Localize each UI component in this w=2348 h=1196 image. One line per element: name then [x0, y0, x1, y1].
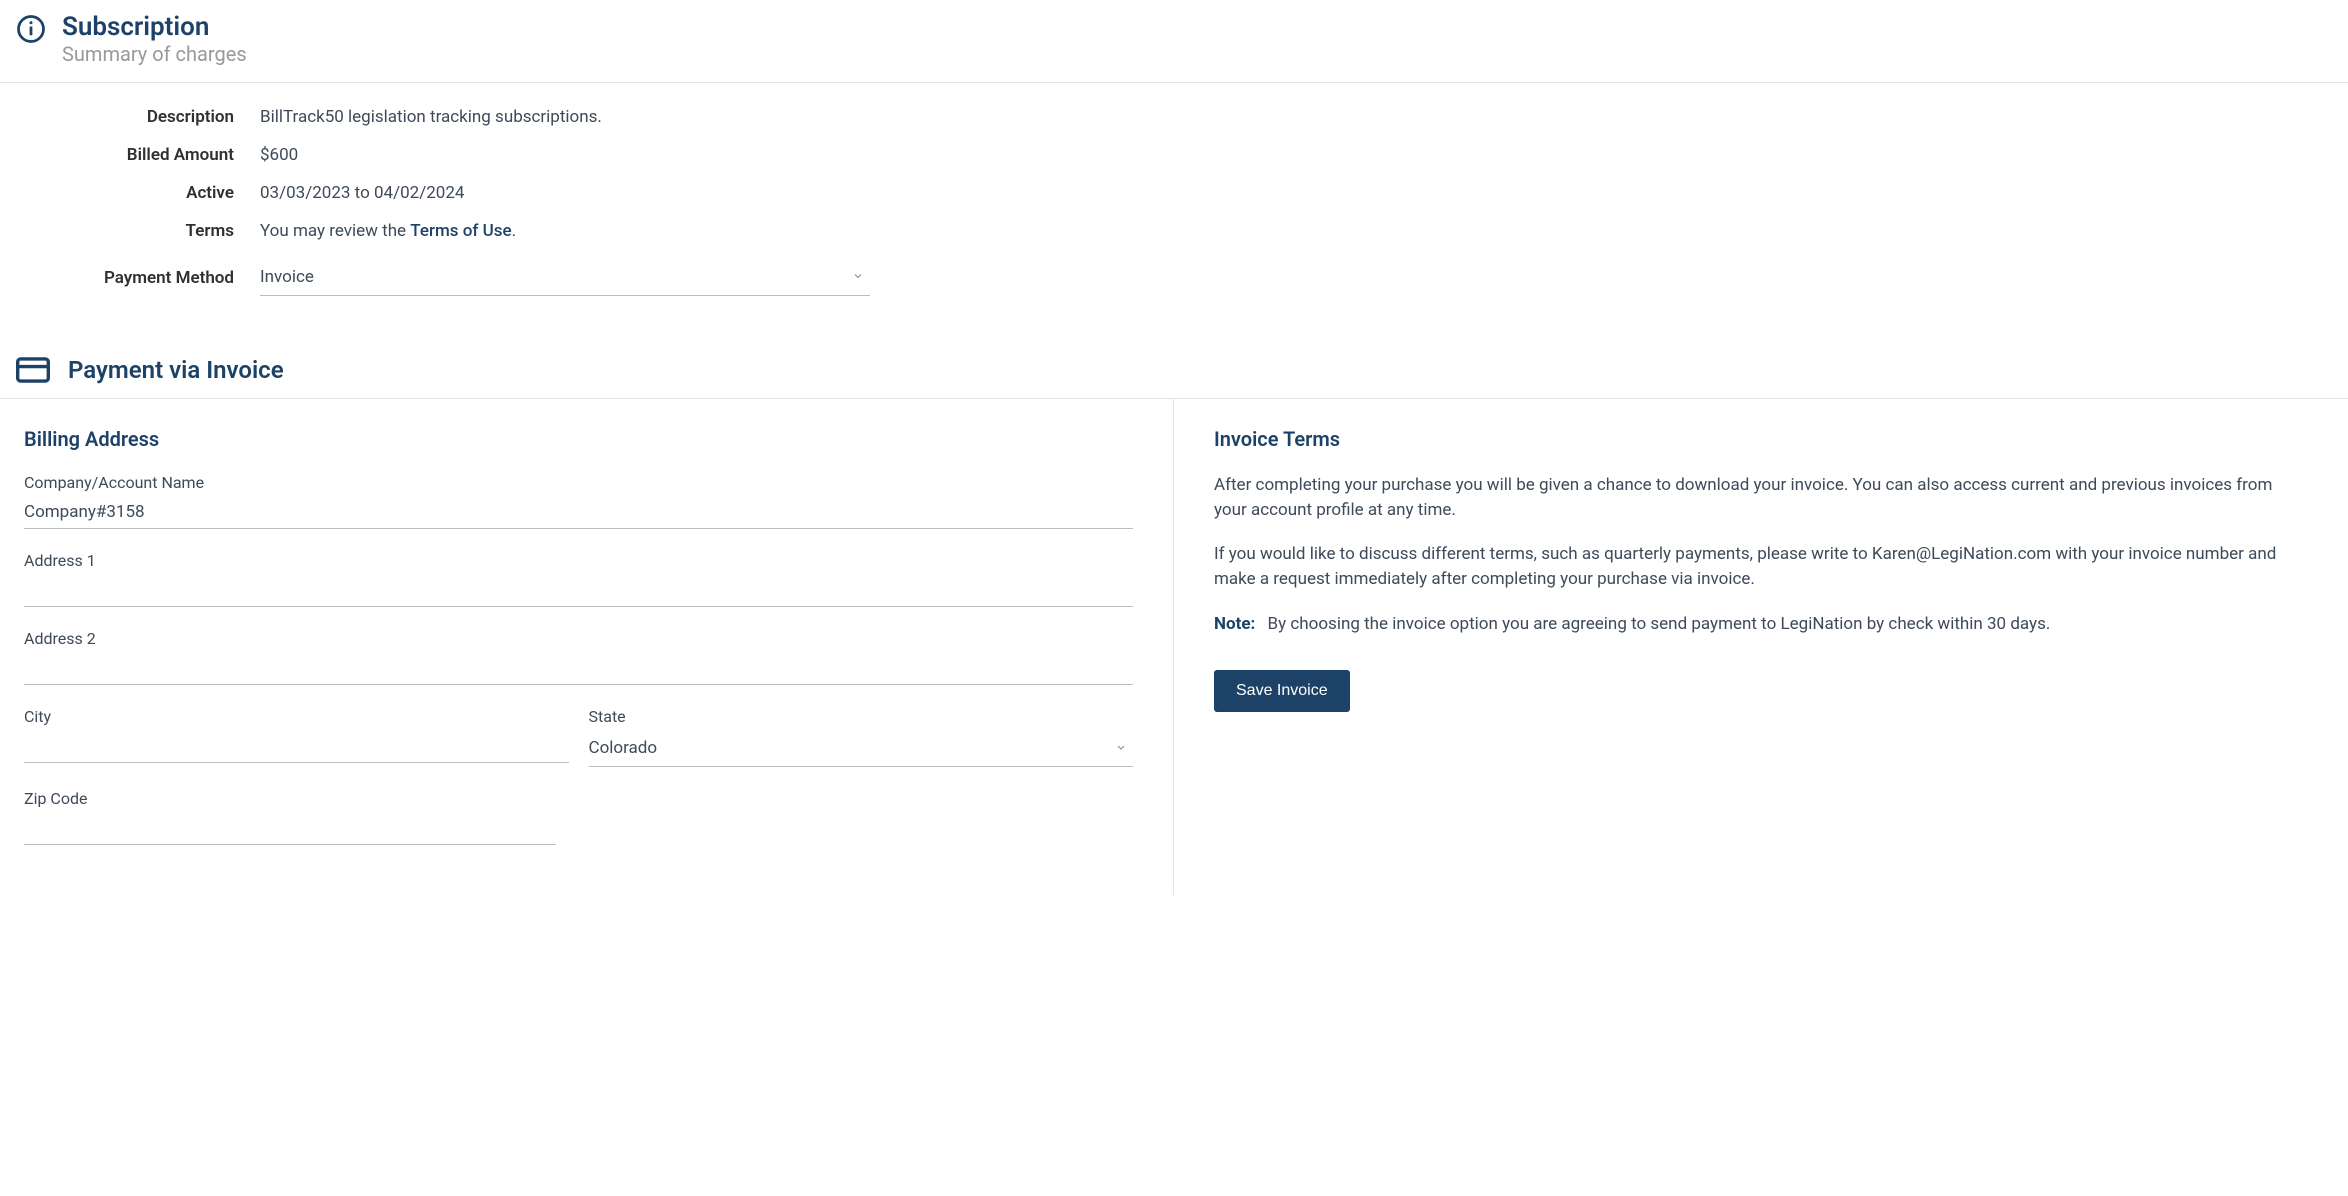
payment-method-select[interactable]: Invoice	[260, 259, 870, 295]
address2-label: Address 2	[24, 629, 1133, 648]
invoice-terms-para1: After completing your purchase you will …	[1214, 473, 2308, 522]
terms-suffix: .	[512, 221, 516, 241]
address2-input[interactable]	[24, 652, 1133, 685]
invoice-terms-note: Note: By choosing the invoice option you…	[1214, 612, 2308, 637]
description-label: Description	[0, 107, 260, 127]
company-name-label: Company/Account Name	[24, 473, 1133, 492]
company-name-input[interactable]	[24, 496, 1133, 529]
billed-amount-value: $600	[260, 145, 298, 165]
save-invoice-button[interactable]: Save Invoice	[1214, 670, 1350, 712]
invoice-terms-para2: If you would like to discuss different t…	[1214, 542, 2308, 591]
city-label: City	[24, 707, 569, 726]
payment-method-label: Payment Method	[0, 268, 260, 288]
credit-card-icon	[16, 357, 50, 383]
invoice-terms-column: Invoice Terms After completing your purc…	[1174, 399, 2348, 895]
address1-input[interactable]	[24, 574, 1133, 607]
terms-prefix: You may review the	[260, 221, 410, 241]
info-icon	[16, 14, 46, 44]
billing-address-column: Billing Address Company/Account Name Add…	[0, 399, 1174, 895]
city-input[interactable]	[24, 730, 569, 763]
invoice-terms-title: Invoice Terms	[1214, 427, 2308, 451]
billing-address-title: Billing Address	[24, 427, 1133, 451]
payment-header: Payment via Invoice	[0, 342, 2348, 399]
terms-of-use-link[interactable]: Terms of Use	[410, 221, 511, 241]
note-text: By choosing the invoice option you are a…	[1268, 614, 2051, 634]
page-subtitle: Summary of charges	[62, 42, 247, 66]
zip-input[interactable]	[24, 812, 556, 845]
note-label: Note:	[1214, 614, 1255, 634]
payment-section-title: Payment via Invoice	[68, 356, 284, 384]
active-label: Active	[0, 183, 260, 203]
page-title: Subscription	[62, 12, 247, 42]
state-label: State	[589, 707, 1134, 726]
subscription-header: Subscription Summary of charges	[0, 0, 2348, 83]
state-select[interactable]: Colorado	[589, 730, 1134, 766]
description-value: BillTrack50 legislation tracking subscri…	[260, 107, 602, 127]
address1-label: Address 1	[24, 551, 1133, 570]
terms-value: You may review the Terms of Use.	[260, 221, 516, 241]
billed-amount-label: Billed Amount	[0, 145, 260, 165]
summary-block: Description BillTrack50 legislation trac…	[0, 83, 2348, 342]
active-value: 03/03/2023 to 04/02/2024	[260, 183, 464, 203]
terms-label: Terms	[0, 221, 260, 241]
zip-label: Zip Code	[24, 789, 556, 808]
